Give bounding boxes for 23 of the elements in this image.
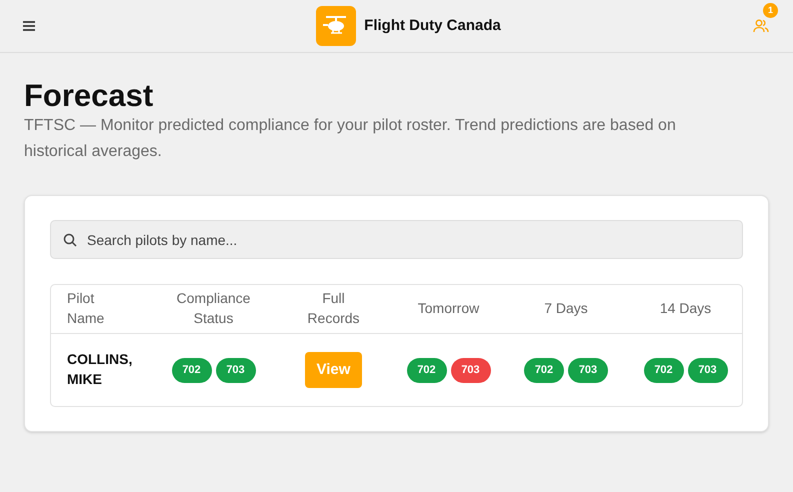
status-badge: 703 — [568, 358, 608, 382]
app-title: Flight Duty Canada — [364, 16, 501, 36]
status-badge: 702 — [406, 358, 446, 382]
status-badge: 703 — [688, 358, 728, 382]
status-badge: 702 — [172, 358, 212, 382]
column-header: Tomorrow — [418, 299, 480, 318]
status-badge: 703 — [450, 358, 490, 382]
menu-icon[interactable] — [22, 20, 36, 32]
pilot-name: COLLINS, MIKE — [67, 350, 134, 388]
column-header: 7 Days — [544, 299, 588, 318]
page-title: Forecast — [24, 79, 154, 113]
column-header: 14 Days — [660, 299, 712, 318]
status-badge: 702 — [524, 358, 564, 382]
column-header: Full Records — [306, 288, 361, 328]
page-description: TFTSC — Monitor predicted compliance for your pilot roster. Trend predictions are based on historical averages. — [24, 116, 677, 162]
column-header: Pilot Name — [67, 288, 106, 328]
view-button[interactable]: View — [305, 352, 362, 388]
status-badge: 703 — [216, 358, 256, 382]
column-header: Compliance Status — [176, 288, 252, 328]
status-badge: 702 — [644, 358, 684, 382]
search-field[interactable]: Search pilots by name... — [50, 220, 743, 259]
notification-badge: 1 — [762, 3, 778, 18]
logo — [316, 6, 356, 46]
